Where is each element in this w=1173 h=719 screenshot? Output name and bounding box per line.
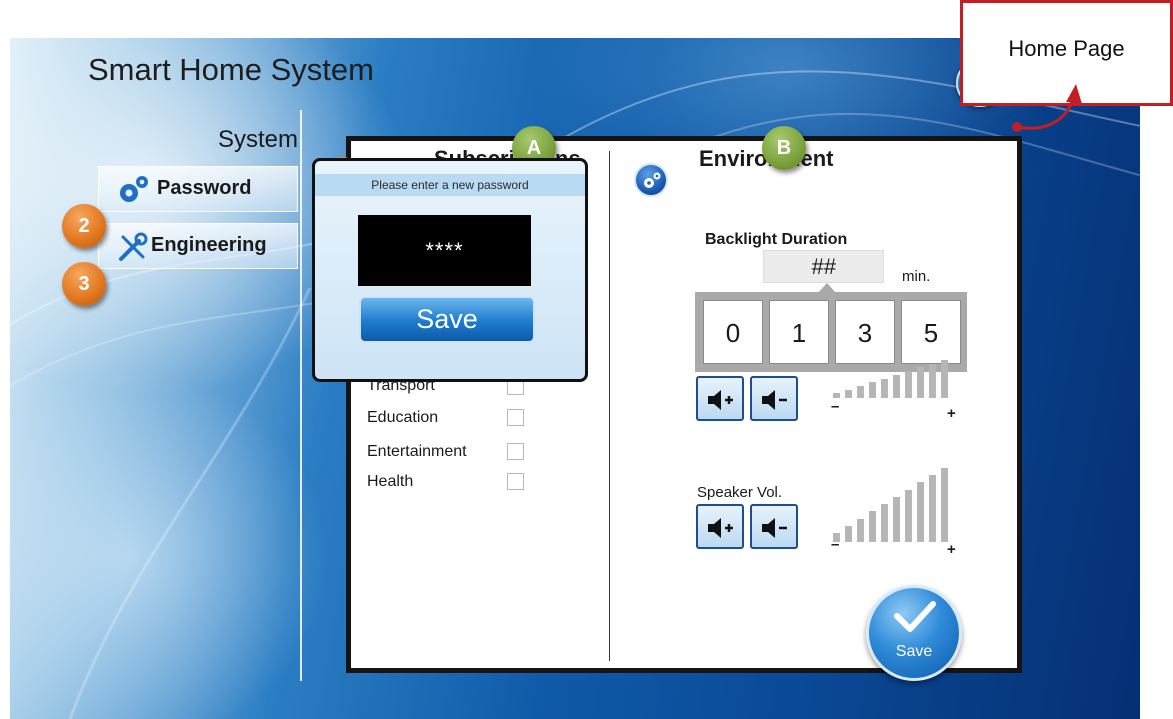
- level-bar: [929, 364, 936, 398]
- password-prompt: Please enter a new password: [315, 174, 585, 196]
- level-bar: [881, 379, 888, 398]
- volume-level-bars: [833, 360, 963, 398]
- scale-plus: +: [947, 405, 956, 422]
- level-bar: [893, 497, 900, 542]
- annotation-badge: 2: [62, 204, 106, 248]
- level-bar: [941, 360, 948, 398]
- level-bar: [869, 382, 876, 398]
- sidebar-item-engineering[interactable]: Engineering: [98, 223, 298, 269]
- level-bar: [881, 504, 888, 542]
- section-divider: [609, 151, 610, 661]
- password-save-button[interactable]: Save: [359, 296, 535, 343]
- gears-icon-button[interactable]: [634, 163, 668, 197]
- scale-minus: –: [831, 536, 840, 553]
- speaker-volume-down-button[interactable]: [750, 504, 798, 549]
- level-bar: [893, 375, 900, 398]
- level-bar: [845, 390, 852, 398]
- volume-up-icon: [708, 390, 733, 410]
- sidebar-item-label: Engineering: [151, 234, 267, 256]
- gears-icon: [120, 176, 148, 202]
- gears-icon: [644, 172, 661, 188]
- volume-down-icon: [762, 518, 787, 538]
- level-bar: [857, 519, 864, 542]
- keypad-key[interactable]: 3: [835, 300, 895, 364]
- level-bar: [941, 468, 948, 542]
- tools-icon: [119, 232, 148, 261]
- subscription-label: Education: [367, 409, 439, 426]
- speaker-level-bars: [833, 468, 963, 542]
- volume-up-icon: [708, 518, 733, 538]
- level-bar: [905, 371, 912, 398]
- keypad-key[interactable]: 0: [703, 300, 763, 364]
- sidebar-divider: [300, 110, 302, 681]
- subscription-checkbox[interactable]: [507, 443, 524, 460]
- backlight-unit: min.: [902, 268, 931, 285]
- background-glow: [10, 368, 330, 719]
- scale-minus: –: [831, 398, 840, 415]
- environment-save-button[interactable]: Save: [866, 585, 962, 681]
- level-bar: [917, 367, 924, 398]
- app-title: Smart Home System: [88, 52, 374, 87]
- sidebar-item-password[interactable]: Password: [98, 166, 298, 212]
- volume-down-button[interactable]: [750, 376, 798, 421]
- password-dialog: Please enter a new password **** Save: [312, 158, 588, 382]
- save-label: Save: [895, 643, 933, 660]
- keypad-key[interactable]: 5: [901, 300, 961, 364]
- subscription-label: Entertainment: [367, 443, 467, 460]
- sidebar-heading: System: [217, 126, 298, 153]
- annotation-badge: B: [762, 126, 806, 170]
- callout-text: Home Page: [1008, 36, 1125, 61]
- callout-arrow: [1012, 84, 1082, 132]
- speaker-volume-label: Speaker Vol.: [697, 484, 783, 501]
- level-bar: [869, 511, 876, 542]
- volume-up-button[interactable]: [696, 376, 744, 421]
- password-field[interactable]: ****: [358, 215, 531, 286]
- subscription-checkbox[interactable]: [507, 473, 524, 490]
- level-bar: [929, 475, 936, 542]
- level-bar: [845, 526, 852, 542]
- volume-down-icon: [762, 390, 787, 410]
- subscription-label: Health: [367, 473, 414, 490]
- backlight-value-field[interactable]: ##: [763, 250, 884, 283]
- backlight-label: Backlight Duration: [705, 231, 848, 248]
- keypad-key[interactable]: 1: [769, 300, 829, 364]
- checkmark-icon: [894, 601, 936, 632]
- subscription-checkbox[interactable]: [507, 409, 524, 426]
- level-bar: [917, 482, 924, 542]
- scale-plus: +: [947, 541, 956, 558]
- level-bar: [857, 386, 864, 398]
- level-bar: [905, 490, 912, 542]
- speaker-volume-up-button[interactable]: [696, 504, 744, 549]
- sidebar-item-label: Password: [157, 177, 252, 199]
- annotation-badge: 3: [62, 262, 106, 306]
